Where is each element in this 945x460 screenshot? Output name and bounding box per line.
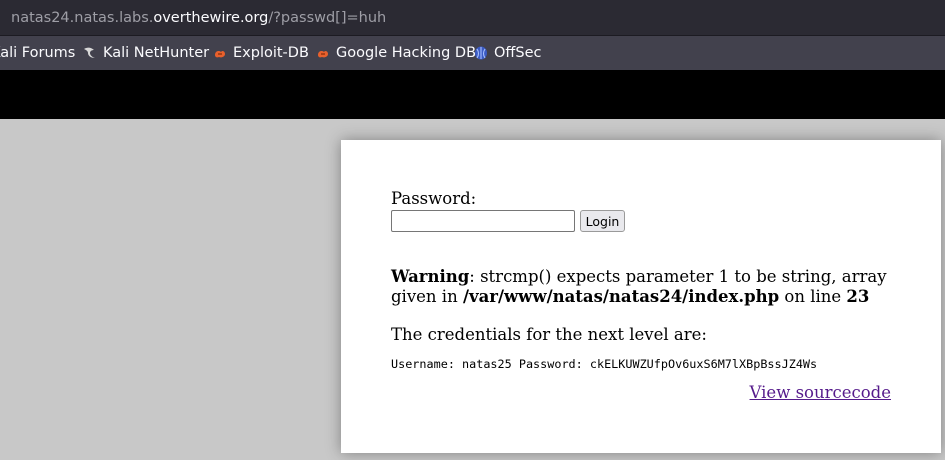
view-source-link[interactable]: View sourcecode <box>750 383 891 402</box>
warning-text-line: on line <box>779 287 847 306</box>
bookmark-label: Google Hacking DB <box>336 45 477 61</box>
bookmark-label: Kali NetHunter <box>103 45 210 61</box>
warning-line-number: 23 <box>846 287 870 306</box>
content-panel: Password: Login Warning: strcmp() expect… <box>341 140 941 453</box>
offsec-icon <box>475 46 487 60</box>
bookmark-exploit-db[interactable]: Exploit-DB <box>213 36 309 70</box>
exploit-db-icon <box>215 50 225 58</box>
address-bar[interactable]: natas24.natas.labs.overthewire.org/?pass… <box>0 0 945 36</box>
page-header-bar <box>0 70 945 119</box>
warning-path: /var/www/natas/natas24/index.php <box>462 287 780 306</box>
bookmark-kali-forums[interactable]: Kali Forums <box>0 36 75 70</box>
password-input[interactable] <box>391 210 575 232</box>
password-label: Password: <box>391 189 477 208</box>
bookmark-label: Exploit-DB <box>233 45 309 61</box>
warning-label: Warning <box>391 267 470 286</box>
bookmark-label: Kali Forums <box>0 45 76 61</box>
kali-dragon-icon <box>84 47 95 58</box>
login-button[interactable]: Login <box>580 210 625 232</box>
url-prefix: natas24.natas.labs. <box>11 10 154 26</box>
credentials-intro: The credentials for the next level are: <box>391 325 707 344</box>
bookmark-offsec[interactable]: OffSec <box>474 36 542 70</box>
credentials-text: Username: natas25 Password: ckELKUWZUfpO… <box>391 357 818 371</box>
php-warning: Warning: strcmp() expects parameter 1 to… <box>391 267 901 307</box>
bookmark-label: OffSec <box>494 45 542 61</box>
url-domain: overthewire.org <box>153 10 269 26</box>
bookmark-kali-nethunter[interactable]: Kali NetHunter <box>83 36 209 70</box>
bookmark-google-hacking-db[interactable]: Google Hacking DB <box>316 36 476 70</box>
bookmarks-toolbar: Kali Forums Kali NetHunter Exploit-DB Go… <box>0 36 945 70</box>
url-path: /?passwd[]=huh <box>268 10 387 26</box>
ghdb-icon <box>318 50 328 58</box>
